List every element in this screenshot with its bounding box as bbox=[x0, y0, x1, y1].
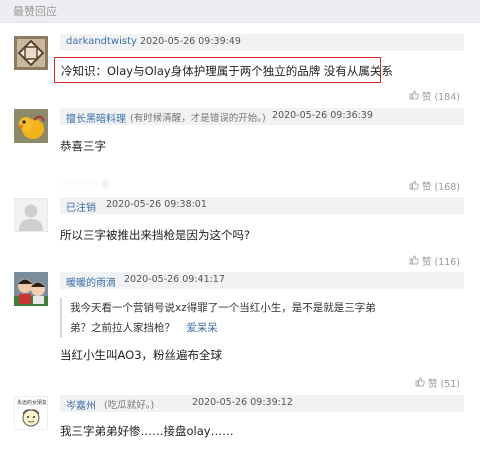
thumbs-up-icon bbox=[415, 377, 425, 390]
user-signature: (有时候清醒，才是错误的开始。) bbox=[130, 113, 266, 124]
like-button[interactable]: 赞 (184) bbox=[409, 89, 460, 103]
like-count: 赞 (184) bbox=[421, 92, 460, 103]
comment-text: 当红小生叫AO3，粉丝遍布全球 bbox=[60, 348, 223, 362]
comment-time: 2020-05-26 09:36:39 bbox=[272, 110, 373, 121]
quoted-comment: 我今天看一个营销号说xz得罪了一个当红小生，是不是就是三字弟 弟？之前拉人家挡枪… bbox=[60, 298, 415, 338]
quote-line: 弟？之前拉人家挡枪？ bbox=[70, 322, 175, 334]
comment-meta: darkandtwisty 2020-05-26 09:39:49 bbox=[60, 34, 464, 51]
like-button[interactable]: 赞 (116) bbox=[409, 254, 460, 268]
comment-text: 冷知识：Olay与Olay身体护理属于两个独立的品牌 没有从属关系 bbox=[61, 64, 393, 78]
comment-text: 所以三字被推出来挡枪是因为这个吗? bbox=[60, 228, 251, 242]
avatar[interactable] bbox=[14, 109, 48, 143]
thumbs-up-icon bbox=[409, 90, 419, 103]
section-header: 最赞回应 bbox=[0, 0, 480, 23]
comment-meta: 暖暖的雨滴 2020-05-26 09:41:17 bbox=[60, 272, 464, 289]
user-signature: (吃瓜就好。) bbox=[104, 400, 155, 411]
comment-time: 2020-05-26 09:38:01 bbox=[106, 199, 207, 210]
comment-text: 我三字弟弟好惨……接盘olay…… bbox=[60, 424, 234, 438]
comment-meta: 擅长黑暗料理 (有时候清醒，才是错误的开始。) 2020-05-26 09:36… bbox=[60, 108, 464, 125]
avatar[interactable] bbox=[14, 36, 48, 70]
like-count: 赞 (116) bbox=[421, 257, 460, 268]
avatar[interactable]: 永远的女朋友 bbox=[14, 396, 48, 430]
username-link[interactable]: 岑嘉州 bbox=[66, 397, 96, 412]
comment-time: 2020-05-26 09:41:17 bbox=[124, 274, 225, 285]
username-link[interactable]: darkandtwisty bbox=[66, 36, 137, 47]
like-count: 赞 (51) bbox=[427, 379, 460, 390]
like-count: 赞 (168) bbox=[421, 182, 460, 193]
quote-author-link[interactable]: 爱呆呆 bbox=[186, 322, 218, 334]
blurred-text: ··· ······ p bbox=[60, 179, 110, 189]
comment-meta: 岑嘉州 (吃瓜就好。) 2020-05-26 09:39:12 bbox=[60, 395, 464, 412]
username-link[interactable]: 暖暖的雨滴 bbox=[66, 274, 116, 289]
avatar[interactable] bbox=[14, 198, 48, 232]
quote-line-wrap: 弟？之前拉人家挡枪？ 爱呆呆 bbox=[70, 318, 415, 338]
thumbs-up-icon bbox=[409, 180, 419, 193]
like-button[interactable]: 赞 (168) bbox=[409, 179, 460, 193]
comment-time: 2020-05-26 09:39:49 bbox=[140, 36, 241, 47]
avatar[interactable] bbox=[14, 272, 48, 306]
thumbs-up-icon bbox=[409, 255, 419, 268]
username-link[interactable]: 已注销 bbox=[66, 199, 96, 214]
comment-time: 2020-05-26 09:39:12 bbox=[192, 397, 293, 408]
avatar-caption: 永远的女朋友 bbox=[17, 400, 48, 406]
like-button[interactable]: 赞 (51) bbox=[415, 376, 460, 390]
comment-text: 恭喜三字 bbox=[60, 139, 106, 153]
username-link[interactable]: 擅长黑暗料理 bbox=[66, 110, 126, 125]
quote-line: 我今天看一个营销号说xz得罪了一个当红小生，是不是就是三字弟 bbox=[70, 302, 376, 314]
comment-meta: 已注销 2020-05-26 09:38:01 bbox=[60, 197, 464, 214]
section-title: 最赞回应 bbox=[13, 5, 57, 18]
